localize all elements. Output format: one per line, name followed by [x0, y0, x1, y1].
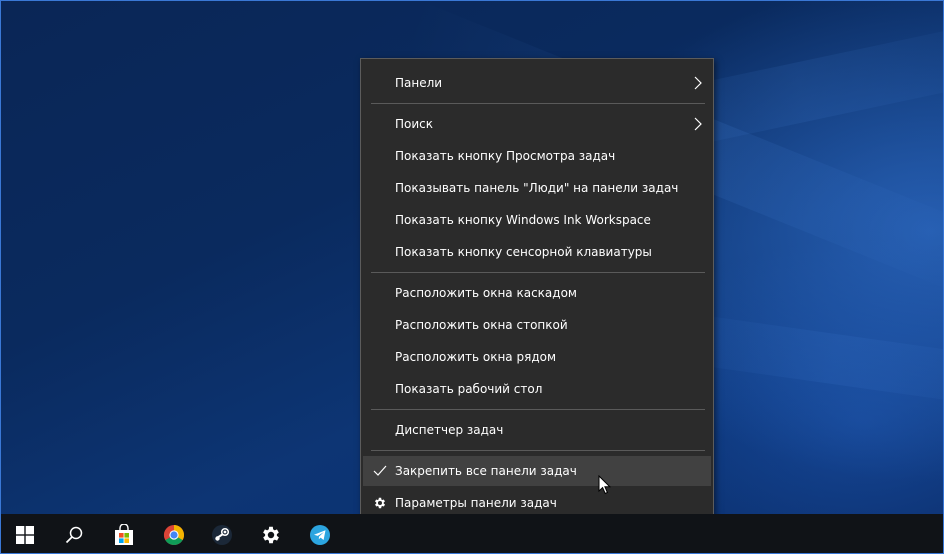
taskbar[interactable]	[1, 514, 943, 553]
menu-item-label: Показать рабочий стол	[395, 382, 543, 396]
menu-item-label: Параметры панели задач	[395, 496, 557, 510]
taskbar-context-menu: Панели Поиск Показать кнопку Просмотра з…	[360, 58, 714, 526]
menu-item-label: Показывать панель "Люди" на панели задач	[395, 181, 679, 195]
menu-item-label: Закрепить все панели задач	[395, 464, 577, 478]
taskbar-app-settings[interactable]	[247, 514, 295, 553]
menu-item-label: Показать кнопку сенсорной клавиатуры	[395, 245, 652, 259]
menu-separator	[371, 409, 705, 410]
search-button[interactable]	[50, 514, 98, 553]
menu-item-show-task-view-button[interactable]: Показать кнопку Просмотра задач	[363, 141, 711, 171]
menu-item-label: Диспетчер задач	[395, 423, 504, 437]
menu-item-label: Показать кнопку Windows Ink Workspace	[395, 213, 651, 227]
menu-item-stack-windows[interactable]: Расположить окна стопкой	[363, 310, 711, 340]
menu-item-lock-taskbars[interactable]: Закрепить все панели задач	[363, 456, 711, 486]
taskbar-app-telegram[interactable]	[296, 514, 344, 553]
menu-separator	[371, 450, 705, 451]
chevron-right-icon	[694, 117, 702, 131]
menu-item-task-manager[interactable]: Диспетчер задач	[363, 415, 711, 445]
store-icon	[115, 523, 133, 545]
menu-item-side-by-side-windows[interactable]: Расположить окна рядом	[363, 342, 711, 372]
menu-item-search[interactable]: Поиск	[363, 109, 711, 139]
telegram-icon	[310, 524, 330, 545]
menu-item-show-people-button[interactable]: Показывать панель "Люди" на панели задач	[363, 173, 711, 203]
checkmark-icon	[371, 456, 389, 486]
menu-item-label: Показать кнопку Просмотра задач	[395, 149, 616, 163]
menu-item-show-touch-keyboard-button[interactable]: Показать кнопку сенсорной клавиатуры	[363, 237, 711, 267]
windows-start-icon	[16, 525, 34, 544]
menu-item-panels[interactable]: Панели	[363, 68, 711, 98]
menu-item-cascade-windows[interactable]: Расположить окна каскадом	[363, 278, 711, 308]
menu-item-show-desktop[interactable]: Показать рабочий стол	[363, 374, 711, 404]
chrome-icon	[164, 524, 184, 545]
menu-item-label: Поиск	[395, 117, 434, 131]
menu-item-label: Расположить окна стопкой	[395, 318, 568, 332]
menu-item-label: Расположить окна рядом	[395, 350, 557, 364]
menu-item-label: Панели	[395, 76, 443, 90]
chevron-right-icon	[694, 76, 702, 90]
desktop[interactable]: Панели Поиск Показать кнопку Просмотра з…	[0, 0, 944, 554]
steam-icon	[212, 524, 232, 545]
taskbar-app-chrome[interactable]	[150, 514, 198, 553]
search-icon	[65, 526, 83, 543]
menu-separator	[371, 272, 705, 273]
menu-separator	[371, 103, 705, 104]
taskbar-app-steam[interactable]	[198, 514, 246, 553]
start-button[interactable]	[1, 514, 49, 553]
taskbar-app-store[interactable]	[100, 514, 148, 553]
menu-item-show-ink-workspace-button[interactable]: Показать кнопку Windows Ink Workspace	[363, 205, 711, 235]
settings-gear-icon	[263, 526, 279, 543]
mouse-cursor-icon	[598, 475, 612, 495]
menu-item-label: Расположить окна каскадом	[395, 286, 577, 300]
